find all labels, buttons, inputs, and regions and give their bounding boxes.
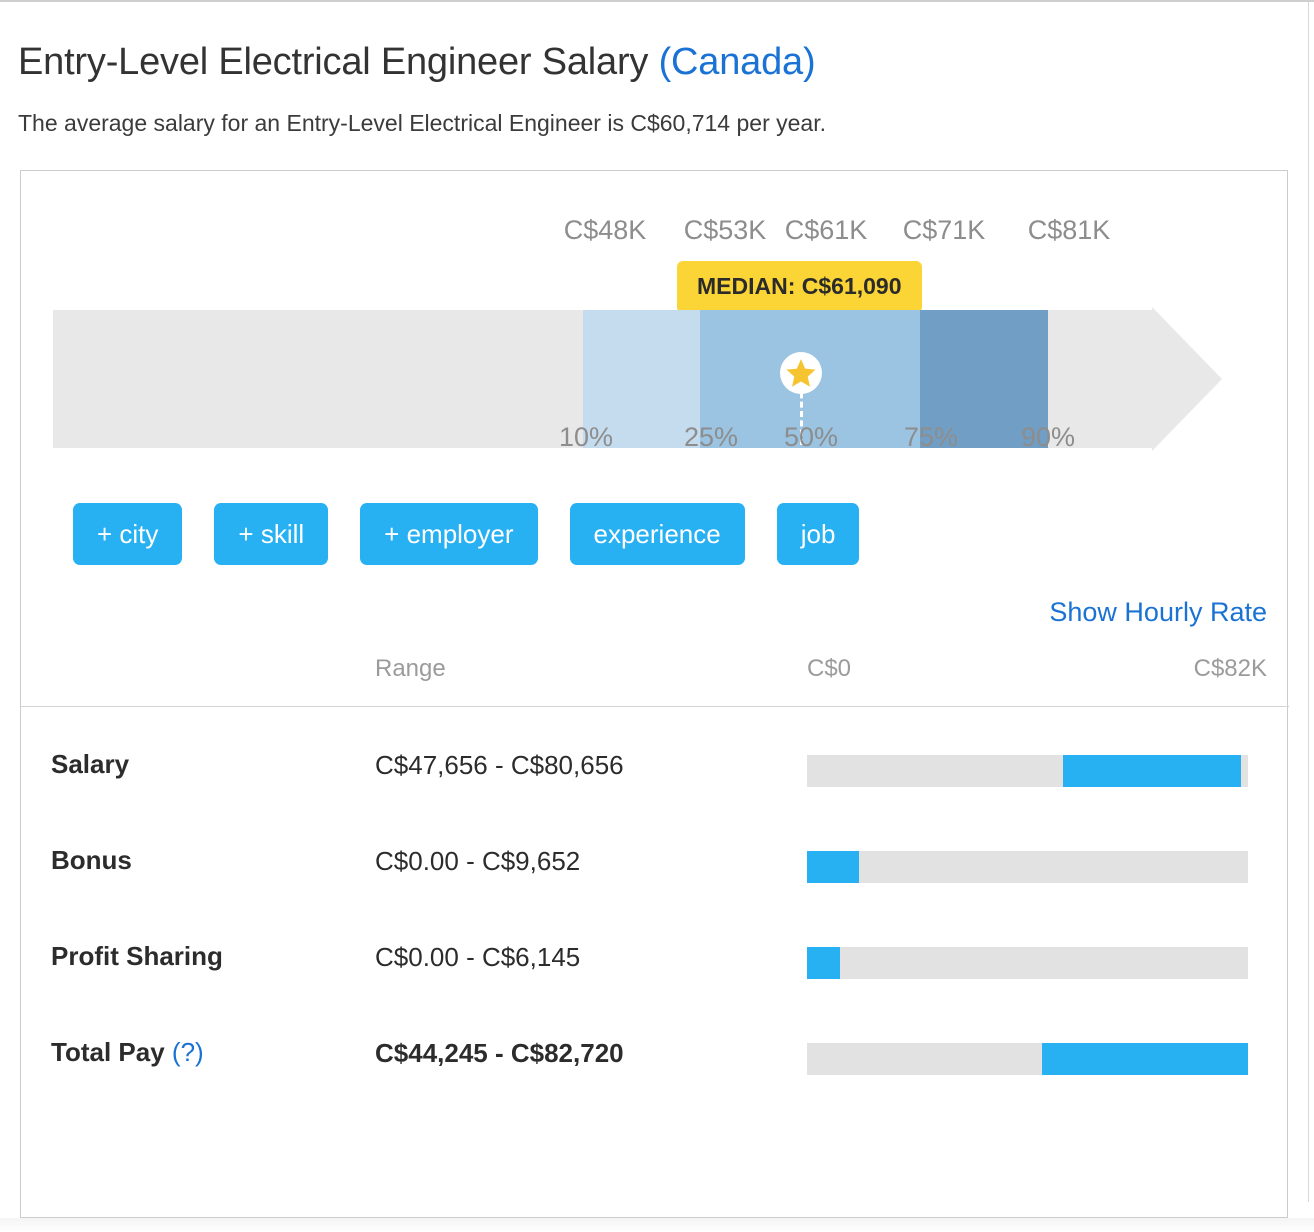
top-divider [0,0,1314,2]
page-subtitle: The average salary for an Entry-Level El… [18,110,826,136]
tick-percentile-25: 25% [683,422,739,452]
row-value-total-pay: C$44,245 - C$82,720 [375,1038,624,1068]
row-bar-track-total-pay [807,1043,1248,1075]
row-value-bonus: C$0.00 - C$9,652 [375,846,581,876]
median-star-marker [780,352,822,394]
row-label-profit-sharing: Profit Sharing [51,941,223,971]
page-title: Entry-Level Electrical Engineer Salary (… [18,41,816,84]
row-value-profit-sharing: C$0.00 - C$6,145 [375,942,581,972]
tick-percentile-90: 90% [1020,422,1076,452]
job-button[interactable]: job [776,503,860,565]
axis-label-max: C$82K [1193,655,1267,682]
row-bar-track-bonus [807,851,1248,883]
add-employer-button[interactable]: + employer [360,503,538,565]
add-city-button[interactable]: + city [73,503,183,565]
axis-label-min: C$0 [807,655,852,682]
show-hourly-rate-link[interactable]: Show Hourly Rate [1049,597,1267,628]
page-title-text: Entry-Level Electrical Engineer Salary [18,41,659,84]
experience-button[interactable]: experience [569,503,745,565]
total-pay-help-icon[interactable]: (?) [172,1037,204,1067]
star-icon [786,358,816,387]
filter-button-group: + city + skill + employer experience job [73,503,891,565]
column-header-range: Range [375,655,446,682]
page-title-region-link[interactable]: (Canada) [659,41,816,83]
row-value-salary: C$47,656 - C$80,656 [375,750,624,780]
row-label-total-pay-text: Total Pay [51,1037,165,1067]
salary-card: C$48K C$53K C$61K C$71K C$81K MEDIAN: C$… [20,170,1289,1219]
table-row: Total Pay (?) C$44,245 - C$82,720 [21,1007,1289,1103]
row-bar-track-profit-sharing [807,947,1248,979]
table-row: Salary C$47,656 - C$80,656 [21,719,1289,815]
percentile-chart: C$48K C$53K C$61K C$71K C$81K MEDIAN: C$… [21,171,1289,706]
row-label-salary: Salary [51,749,130,779]
row-bar-fill-salary [1063,755,1241,787]
add-skill-button[interactable]: + skill [214,503,329,565]
salary-page: Entry-Level Electrical Engineer Salary (… [0,0,1314,1232]
table-row: Bonus C$0.00 - C$9,652 [21,815,1289,911]
row-bar-fill-profit-sharing [807,947,841,979]
table-row: Profit Sharing C$0.00 - C$6,145 [21,911,1289,1007]
row-bar-track-salary [807,755,1248,787]
tick-percentile-75: 75% [903,422,959,452]
row-bar-fill-bonus [807,851,860,883]
row-label-bonus: Bonus [51,845,132,875]
track-arrowhead-icon [1152,307,1222,451]
row-bar-fill-total-pay [1041,1043,1248,1075]
row-label-total-pay: Total Pay (?) [51,1037,204,1068]
tick-percentile-10: 10% [558,422,614,452]
bottom-shadow [0,1218,1314,1232]
pay-breakdown-table: Salary C$47,656 - C$80,656 Bonus C$0.00 … [21,707,1289,1219]
right-edge-divider [1308,2,1309,1202]
tick-percentile-50: 50% [783,422,839,452]
